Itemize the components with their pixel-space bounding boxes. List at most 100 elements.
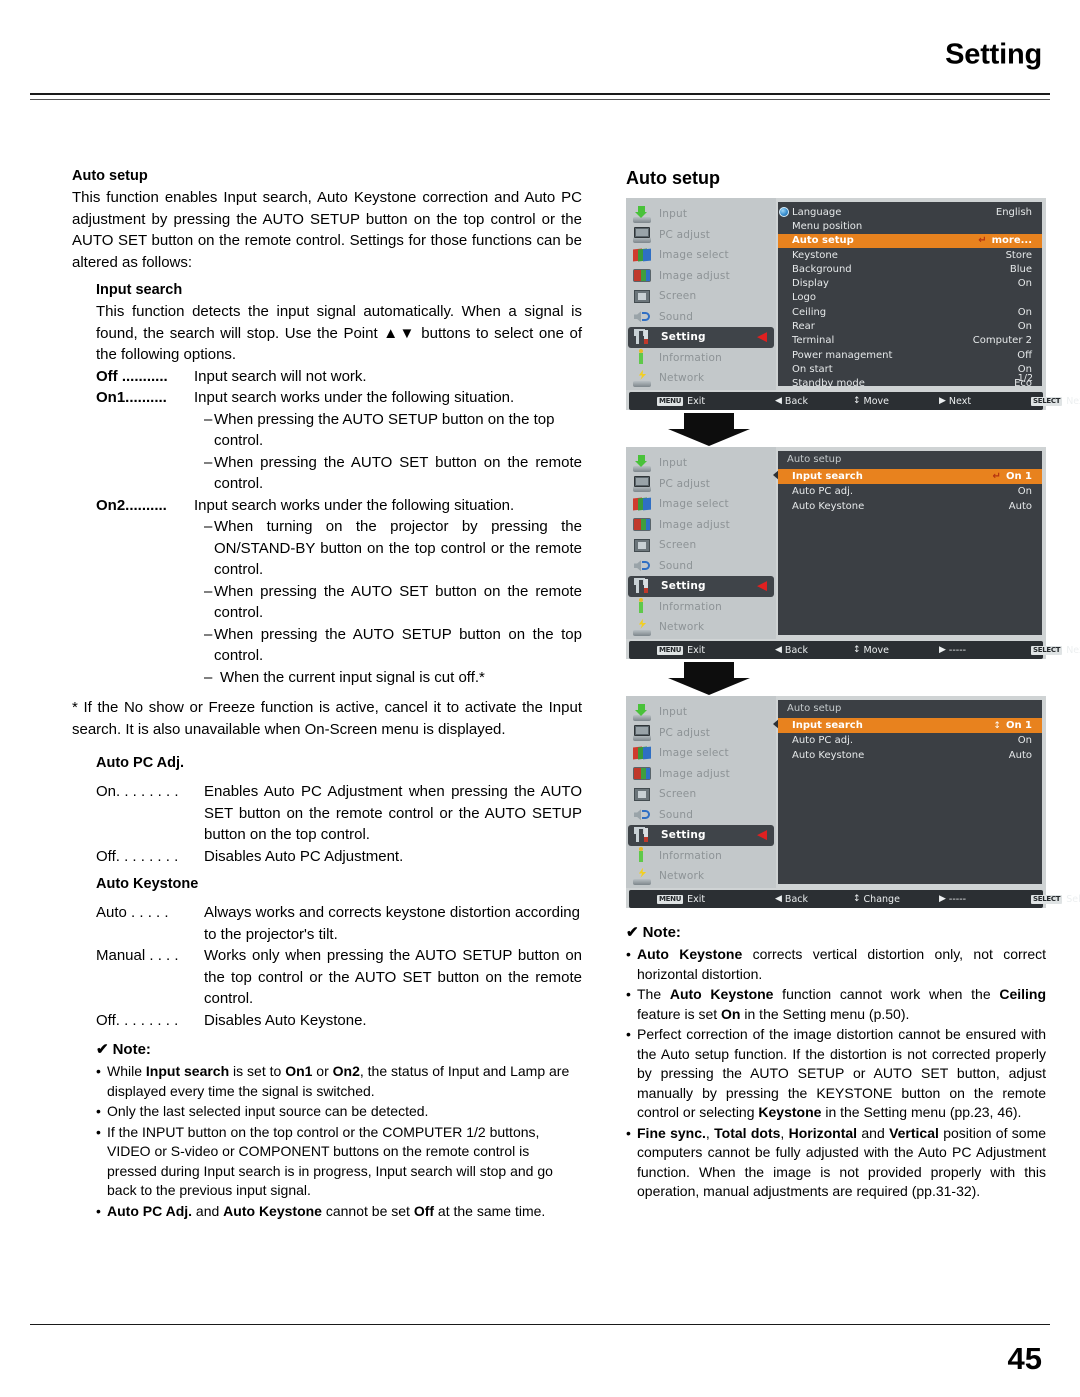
menu-row-label: Standby mode: [792, 378, 865, 390]
sidebar-item-screen[interactable]: Screen: [626, 286, 776, 307]
menu-row-auto-keystone[interactable]: Auto Keystone Auto: [778, 499, 1042, 514]
auto-pc-adj-off-term: Off. . . . . . . .: [96, 847, 179, 865]
sidebar-item-image-adjust[interactable]: Image adjust: [626, 266, 776, 287]
sidebar-item-screen[interactable]: Screen: [626, 784, 776, 805]
menu-row-label: Auto Keystone: [792, 750, 865, 761]
menu-row-value: Auto: [1008, 750, 1032, 761]
menu-row-auto-keystone[interactable]: Auto Keystone Auto: [778, 748, 1042, 763]
dash-mark: –: [204, 668, 213, 686]
hint-glyph-icon: ◀: [775, 894, 782, 904]
pc-adjust-icon: [631, 226, 653, 244]
sidebar-item-sound[interactable]: Sound: [626, 805, 776, 826]
sidebar-item-input[interactable]: Input: [626, 204, 776, 225]
sidebar-item-label: Screen: [659, 788, 697, 801]
sidebar-item-sound[interactable]: Sound: [626, 307, 776, 328]
osd-sidebar-1[interactable]: Input PC adjust Image select Image adjust Sc…: [626, 198, 776, 390]
menu-row-power-management[interactable]: Power management Off: [778, 348, 1042, 362]
osd-sidebar-2[interactable]: Input PC adjust Image select Image adjust Sc…: [626, 447, 776, 639]
sidebar-item-input[interactable]: Input: [626, 702, 776, 723]
menu-row-auto-setup[interactable]: Auto setup ↵ more...: [778, 233, 1042, 248]
sidebar-item-network[interactable]: Network: [626, 617, 776, 638]
enter-arrow-icon: ↵: [978, 235, 987, 247]
sidebar-item-image-select[interactable]: Image select: [626, 743, 776, 764]
sidebar-item-information[interactable]: Information: [626, 846, 776, 867]
note-heading: ✔ Note:: [626, 923, 1046, 941]
note-text: The Auto Keystone function cannot work w…: [637, 986, 1046, 1022]
sidebar-item-image-select[interactable]: Image select: [626, 494, 776, 515]
menu-row-language[interactable]: Language English: [778, 205, 1042, 219]
key-badge: SELECT: [1031, 396, 1063, 406]
osd-menu-setting[interactable]: Input PC adjust Image select Image adjust Sc…: [626, 198, 1080, 410]
menu-row-rear[interactable]: Rear On: [778, 319, 1042, 333]
menu-row-ceiling[interactable]: Ceiling On: [778, 305, 1042, 319]
sidebar-item-label: Network: [659, 372, 705, 385]
list-item: • Only the last selected input source ca…: [96, 1102, 582, 1122]
menu-row-input-search[interactable]: Input search ↕ On 1: [778, 718, 1042, 733]
list-item: • Fine sync., Total dots, Horizontal and…: [626, 1124, 1046, 1202]
list-item: – When pressing the AUTO SET button on t…: [204, 452, 582, 495]
hint-back: ◀ Back: [775, 645, 808, 656]
hint-label: Move: [863, 395, 890, 407]
sidebar-item-image-adjust[interactable]: Image adjust: [626, 764, 776, 785]
hint-move: ↕ Move: [853, 396, 889, 407]
menu-row-label: Auto PC adj.: [792, 735, 854, 746]
check-icon: ✔: [96, 1041, 109, 1058]
screen-icon: [631, 537, 653, 554]
menu-row-display[interactable]: Display On: [778, 276, 1042, 290]
osd-list-auto-setup-3[interactable]: Auto setup Input search ↕ On 1 Auto PC adj.…: [773, 700, 1042, 884]
sidebar-item-setting[interactable]: Setting ◀: [628, 327, 774, 348]
menu-row-menu-position[interactable]: Menu position: [778, 219, 1042, 233]
sidebar-item-setting[interactable]: Setting ◀: [628, 825, 774, 846]
dash-mark: –: [204, 410, 213, 428]
sidebar-item-label: Sound: [659, 559, 694, 572]
sidebar-item-pc-adjust[interactable]: PC adjust: [626, 723, 776, 744]
hint-next: SELECTNext: [1031, 396, 1080, 407]
sidebar-item-setting[interactable]: Setting ◀: [628, 576, 774, 597]
list-item: – When the current input signal is cut o…: [204, 667, 582, 689]
menu-row-label: Language: [792, 206, 842, 218]
sidebar-item-pc-adjust[interactable]: PC adjust: [626, 225, 776, 246]
menu-row-label: Keystone: [792, 249, 838, 261]
menu-row-on-start[interactable]: On start On: [778, 362, 1042, 376]
menu-row-auto-pc-adj-[interactable]: Auto PC adj. On: [778, 484, 1042, 499]
check-icon: ✔: [626, 924, 639, 941]
auto-keystone-auto-desc: Always works and corrects keystone disto…: [204, 904, 580, 943]
hint-label: -----: [948, 644, 967, 656]
osd-list-setting[interactable]: 1/2 Language English Menu position Auto set…: [778, 202, 1042, 389]
osd-menu-auto-setup-select[interactable]: Input PC adjust Image select Image adjust Sc…: [626, 447, 1080, 659]
list-item: • Auto Keystone corrects vertical distor…: [626, 945, 1046, 984]
page-title: Setting: [945, 38, 1042, 71]
sidebar-item-input[interactable]: Input: [626, 453, 776, 474]
sidebar-item-network[interactable]: Network: [626, 866, 776, 887]
osd-menu-auto-setup-change[interactable]: Input PC adjust Image select Image adjust Sc…: [626, 696, 1080, 908]
input-search-footnote: * If the No show or Freeze function is a…: [72, 699, 582, 738]
menu-row-auto-pc-adj-[interactable]: Auto PC adj. On: [778, 733, 1042, 748]
on2-item-text: When the current input signal is cut off…: [220, 668, 485, 686]
note-text: Fine sync., Total dots, Horizontal and V…: [637, 1124, 1047, 1200]
osd-sidebar-3[interactable]: Input PC adjust Image select Image adjust Sc…: [626, 696, 776, 888]
sidebar-item-label: Sound: [659, 808, 694, 821]
menu-row-input-search[interactable]: Input search ↵ On 1: [778, 469, 1042, 484]
sidebar-item-image-adjust[interactable]: Image adjust: [626, 515, 776, 536]
menu-row-logo[interactable]: Logo: [778, 291, 1042, 305]
sidebar-item-pc-adjust[interactable]: PC adjust: [626, 474, 776, 495]
hint-glyph-icon: ↕: [853, 645, 861, 655]
menu-row-standby-mode[interactable]: Standby mode Eco: [778, 377, 1042, 391]
sidebar-item-information[interactable]: Information: [626, 597, 776, 618]
menu-row-terminal[interactable]: Terminal Computer 2: [778, 334, 1042, 348]
dash-mark: –: [204, 518, 213, 535]
note-text: Only the last selected input source can …: [107, 1103, 429, 1119]
note-text: Auto PC Adj. and Auto Keystone cannot be…: [107, 1202, 546, 1219]
osd-list-auto-setup-2[interactable]: Auto setup Input search ↵ On 1 Auto PC adj.…: [773, 451, 1042, 635]
sidebar-item-label: Network: [659, 621, 705, 634]
sidebar-item-image-select[interactable]: Image select: [626, 245, 776, 266]
sidebar-item-sound[interactable]: Sound: [626, 556, 776, 577]
menu-row-label: Auto setup: [792, 235, 854, 247]
sidebar-item-network[interactable]: Network: [626, 368, 776, 389]
sidebar-item-information[interactable]: Information: [626, 348, 776, 369]
menu-row-keystone[interactable]: Keystone Store: [778, 248, 1042, 262]
menu-row-background[interactable]: Background Blue: [778, 262, 1042, 276]
sidebar-item-screen[interactable]: Screen: [626, 535, 776, 556]
screen-icon: [631, 288, 653, 305]
note-text: If the INPUT button on the top control o…: [107, 1123, 553, 1199]
